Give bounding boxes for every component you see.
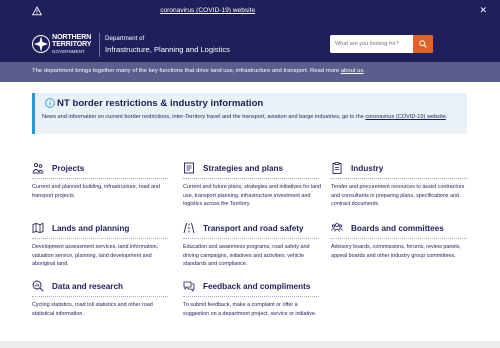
logo-line-government: GOVERNMENT: [52, 49, 86, 54]
search-box: [330, 35, 433, 53]
card-title-projects[interactable]: Projects: [52, 164, 84, 173]
card-desc-industry: Tender and procurement resources to assi…: [331, 184, 465, 208]
chat-icon: [183, 281, 195, 292]
covid-alert-link[interactable]: coronavirus (COVID-19) website: [160, 7, 255, 14]
notice-body: News and information on current border r…: [42, 113, 462, 122]
intro-text: The department brings together many of t…: [32, 68, 365, 74]
card-desc-projects: Current and planned building, infrastruc…: [32, 184, 160, 199]
notice-body-text: News and information on current border r…: [42, 114, 364, 120]
logo-wordmark: NORTHERN TERRITORY: [52, 33, 92, 49]
card-desc-boards: Advisory boards, commissions, forums, re…: [331, 244, 461, 259]
close-icon[interactable]: ✕: [479, 5, 487, 16]
card-divider: [183, 238, 319, 239]
search-input[interactable]: [330, 35, 412, 53]
card-title-data[interactable]: Data and research: [52, 282, 123, 291]
notice-covid-link[interactable]: coronavirus (COVID-19) website: [365, 114, 446, 120]
notice-body-after: .: [445, 114, 448, 120]
group-icon: [331, 223, 343, 232]
header-divider: [99, 33, 100, 57]
card-title-boards[interactable]: Boards and committees: [351, 224, 444, 233]
about-us-link[interactable]: about us: [341, 68, 364, 74]
dept-prefix: Department of: [105, 35, 145, 42]
card-desc-data: Cycling statistics, road toll statistics…: [32, 302, 153, 317]
intro-text-after: .: [363, 68, 366, 74]
card-title-feedback[interactable]: Feedback and compliments: [203, 282, 310, 291]
document-icon: [184, 162, 194, 174]
card-title-transport[interactable]: Transport and road safety: [203, 224, 304, 233]
warning-icon: [32, 6, 42, 16]
card-title-industry[interactable]: Industry: [351, 164, 383, 173]
card-title-strategies[interactable]: Strategies and plans: [203, 164, 283, 173]
card-divider: [331, 238, 467, 239]
card-desc-feedback: To submit feedback, make a complaint or …: [183, 302, 317, 317]
card-title-lands[interactable]: Lands and planning: [52, 224, 129, 233]
search-button[interactable]: [413, 35, 433, 53]
border-notice: NT border restrictions & industry inform…: [32, 93, 467, 134]
clipboard-icon: [332, 162, 342, 174]
nt-government-logo[interactable]: NORTHERN TERRITORY GOVERNMENT: [32, 33, 98, 57]
chart-search-icon: [32, 280, 44, 292]
dept-name[interactable]: Infrastructure, Planning and Logistics: [105, 45, 230, 54]
card-desc-lands: Development assessment services, land in…: [32, 244, 159, 268]
logo-emblem-icon: [32, 35, 50, 53]
map-icon: [32, 222, 44, 234]
logo-line-territory: TERRITORY: [52, 39, 92, 49]
footer-strip: [0, 341, 500, 348]
people-icon: [32, 162, 44, 174]
search-icon: [419, 40, 427, 48]
card-divider: [32, 296, 168, 297]
card-divider: [32, 178, 168, 179]
alert-text: For news, updates and alerts, go to the …: [44, 7, 257, 14]
intro-text-body: The department brings together many of t…: [32, 68, 340, 74]
card-divider: [331, 178, 467, 179]
card-divider: [183, 178, 319, 179]
road-icon: [183, 222, 195, 234]
notice-title: NT border restrictions & industry inform…: [57, 98, 264, 109]
info-icon: [45, 98, 55, 108]
card-desc-strategies: Current and future plans, strategies and…: [183, 184, 322, 208]
card-desc-transport: Education and awareness programs, road s…: [183, 244, 310, 268]
card-divider: [183, 296, 319, 297]
alert-text-after: .: [255, 7, 257, 14]
alert-text-before: For news, updates and alerts, go to the: [44, 7, 159, 14]
card-divider: [32, 238, 168, 239]
